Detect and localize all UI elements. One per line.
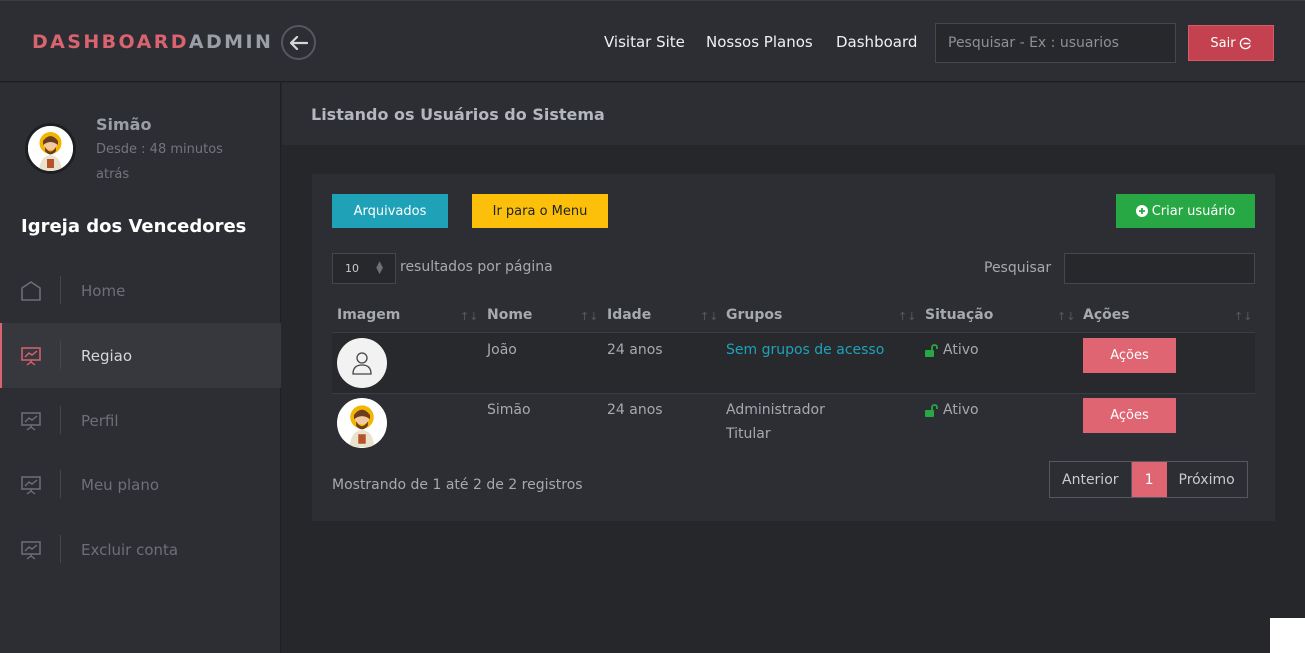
sidebar-item-regiao[interactable]: Regiao — [0, 323, 281, 388]
sidebar-item-perfil[interactable]: Perfil — [0, 388, 281, 453]
column-header-age[interactable]: Idade — [607, 307, 651, 323]
user-placeholder-icon — [352, 352, 372, 375]
pagination: Anterior 1 Próximo — [1049, 461, 1248, 498]
table-info: Mostrando de 1 até 2 de 2 registros — [332, 477, 583, 493]
archived-button[interactable]: Arquivados — [332, 194, 448, 228]
cell-name: Simão — [487, 402, 531, 418]
user-avatar-image — [28, 126, 73, 171]
cell-age: 24 anos — [607, 402, 663, 418]
table-filter-input[interactable] — [1064, 253, 1255, 284]
pagination-prev[interactable]: Anterior — [1050, 462, 1132, 497]
cell-group: Administrador — [726, 402, 825, 418]
sidebar-toggle-button[interactable] — [281, 25, 316, 60]
presentation-chart-icon — [21, 346, 41, 366]
page-length-value: 10 — [345, 262, 359, 275]
avatar — [25, 123, 76, 174]
unlock-icon — [925, 343, 938, 357]
presentation-chart-icon — [21, 540, 41, 560]
sidebar-item-label: Home — [81, 281, 126, 300]
cell-name: João — [487, 342, 517, 358]
column-header-actions[interactable]: Ações — [1083, 307, 1130, 323]
sort-icon[interactable]: ↑↓ — [460, 310, 478, 323]
church-name: Igreja dos Vencedores — [21, 216, 247, 237]
create-user-button[interactable]: Criar usuário — [1116, 194, 1255, 228]
plus-circle-icon — [1135, 205, 1148, 217]
row-actions-button[interactable]: Ações — [1083, 398, 1176, 433]
sort-icon[interactable]: ↑↓ — [1234, 310, 1252, 323]
logout-button[interactable]: Sair — [1188, 25, 1274, 61]
sort-icon[interactable]: ↑↓ — [1057, 310, 1075, 323]
cell-age: 24 anos — [607, 342, 663, 358]
arrow-left-icon — [289, 35, 308, 50]
cell-groups-link[interactable]: Sem grupos de acesso — [726, 338, 884, 362]
nav-dashboard[interactable]: Dashboard — [836, 33, 917, 51]
user-avatar-image — [338, 399, 386, 447]
presentation-chart-icon — [21, 475, 41, 495]
sidebar-item-label: Excluir conta — [81, 540, 179, 559]
search-input[interactable] — [935, 23, 1176, 63]
top-navbar: DASHBOARDADMIN Visitar Site Nossos Plano… — [0, 0, 1305, 82]
page-title-bar: Listando os Usuários do Sistema — [282, 83, 1305, 145]
unlock-icon — [925, 403, 938, 417]
column-header-image[interactable]: Imagem — [337, 307, 400, 323]
logout-label: Sair — [1210, 35, 1236, 51]
status-badge: Ativo — [925, 342, 979, 358]
sort-icon[interactable]: ↑↓ — [898, 310, 916, 323]
row-avatar — [337, 398, 387, 448]
page-title: Listando os Usuários do Sistema — [311, 105, 605, 124]
row-avatar — [337, 338, 387, 388]
corner-widget — [1270, 618, 1305, 653]
sidebar-item-home[interactable]: Home — [0, 258, 281, 323]
sidebar-item-excluir-conta[interactable]: Excluir conta — [0, 517, 281, 582]
go-to-menu-button[interactable]: Ir para o Menu — [472, 194, 608, 228]
page-length-select[interactable]: 10 ▲ ▼ — [332, 253, 396, 284]
sidebar-item-label: Perfil — [81, 411, 119, 430]
sidebar-item-label: Regiao — [81, 346, 133, 365]
column-header-name[interactable]: Nome — [487, 307, 532, 323]
sidebar-item-meu-plano[interactable]: Meu plano — [0, 452, 281, 517]
brand-logo[interactable]: DASHBOARDADMIN — [32, 31, 273, 53]
select-arrows-icon: ▲ ▼ — [376, 260, 383, 276]
column-header-status[interactable]: Situação — [925, 307, 993, 323]
user-name: Simão — [96, 115, 152, 134]
table-filter-label: Pesquisar — [984, 260, 1052, 276]
sort-icon[interactable]: ↑↓ — [700, 310, 718, 323]
home-icon — [21, 280, 41, 301]
cell-group: Titular — [726, 426, 771, 442]
column-header-groups[interactable]: Grupos — [726, 307, 782, 323]
create-user-label: Criar usuário — [1151, 203, 1236, 219]
sign-out-icon — [1239, 37, 1252, 49]
user-since: Desde : 48 minutos atrás — [96, 142, 223, 182]
nav-visit-site[interactable]: Visitar Site — [604, 33, 685, 51]
status-badge: Ativo — [925, 402, 979, 418]
sort-icon[interactable]: ↑↓ — [580, 310, 598, 323]
row-actions-button[interactable]: Ações — [1083, 338, 1176, 373]
nav-our-plans[interactable]: Nossos Planos — [706, 33, 813, 51]
pagination-page-1[interactable]: 1 — [1131, 462, 1167, 497]
presentation-chart-icon — [21, 411, 41, 431]
sidebar-item-label: Meu plano — [81, 475, 160, 494]
users-card: Arquivados Ir para o Menu Criar usuário … — [312, 174, 1275, 521]
pagination-next[interactable]: Próximo — [1167, 462, 1247, 497]
sidebar: Simão Desde : 48 minutos atrás Igreja do… — [0, 83, 281, 653]
page-length-label: resultados por página — [400, 259, 553, 275]
